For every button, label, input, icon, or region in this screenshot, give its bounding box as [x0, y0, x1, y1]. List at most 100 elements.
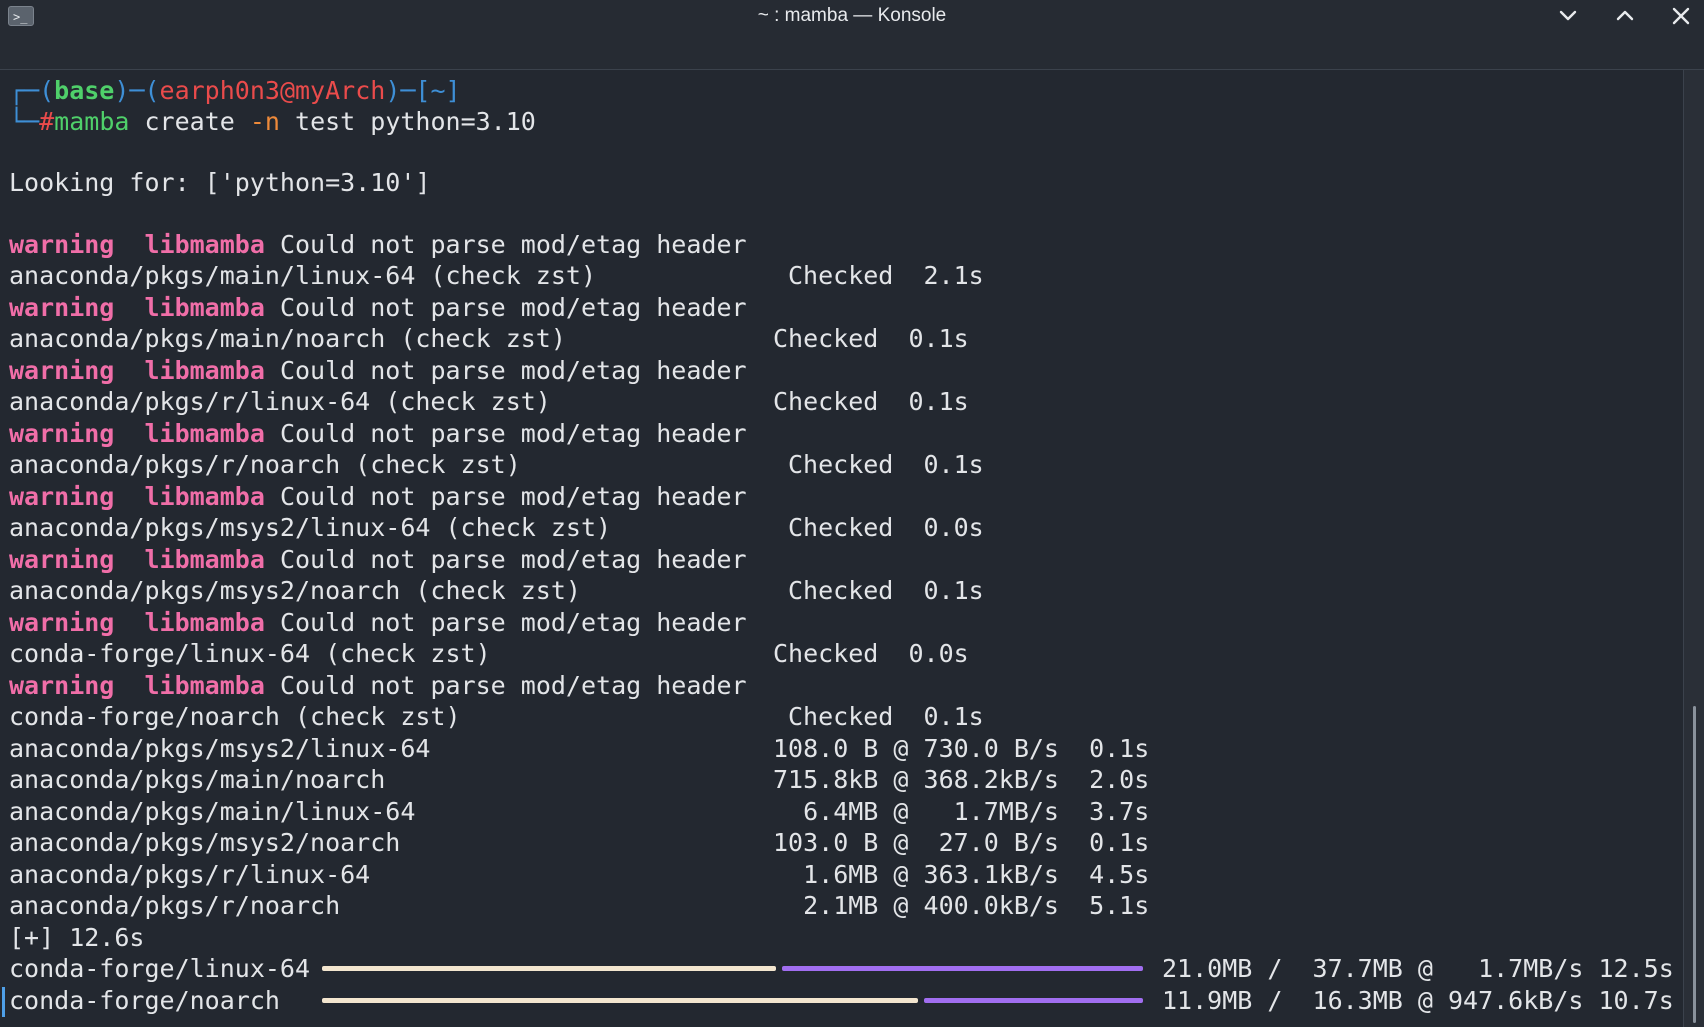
warning-source: libmamba [144, 356, 265, 385]
check-status: Checked 2.1s [788, 261, 984, 290]
download-stats: 2.1MB @ 400.0kB/s 5.1s [773, 891, 1150, 920]
download-channel: anaconda/pkgs/main/noarch [9, 765, 386, 794]
check-channel: anaconda/pkgs/main/noarch (check zst) [9, 324, 566, 353]
check-status: Checked 0.0s [773, 639, 969, 668]
terminal-marker [2, 987, 5, 1017]
command-line: └─#mamba create -n test python=3.10 [9, 106, 536, 137]
warning-message: Could not parse mod/etag header [279, 230, 747, 259]
warning-message: Could not parse mod/etag header [279, 482, 747, 511]
warning-message: Could not parse mod/etag header [279, 545, 747, 574]
prompt-hash: # [39, 107, 55, 136]
warning-source: libmamba [144, 419, 265, 448]
warning-message: Could not parse mod/etag header [279, 419, 747, 448]
warning-source: libmamba [144, 671, 265, 700]
warning-label: warning [9, 671, 115, 700]
check-status: Checked 0.1s [773, 387, 969, 416]
scrollbar-thumb[interactable] [1693, 706, 1696, 1023]
check-status: Checked 0.1s [773, 324, 969, 353]
download-stats: 6.4MB @ 1.7MB/s 3.7s [773, 797, 1150, 826]
download-stats: 108.0 B @ 730.0 B/s 0.1s [773, 734, 1150, 763]
warning-line: warning libmamba Could not parse mod/eta… [9, 544, 747, 575]
warning-message: Could not parse mod/etag header [279, 356, 747, 385]
warning-line: warning libmamba Could not parse mod/eta… [9, 418, 747, 449]
maximize-button[interactable] [1608, 2, 1642, 32]
warning-source: libmamba [144, 293, 265, 322]
terminal-output[interactable]: ┌─(base)─(earph0n3@myArch)─[~] └─#mamba … [9, 75, 1674, 1027]
warning-source: libmamba [144, 608, 265, 637]
command-args: test python=3.10 [279, 107, 536, 136]
looking-for-line: Looking for: ['python=3.10'] [9, 168, 431, 197]
warning-label: warning [9, 545, 115, 574]
window-title: ~ : mamba — Konsole [757, 5, 947, 26]
prompt-separator: )─[ [385, 76, 431, 105]
warning-label: warning [9, 419, 115, 448]
close-icon [1672, 7, 1690, 25]
warning-label: warning [9, 230, 115, 259]
prompt-dir: ~ [430, 76, 446, 105]
download-channel: anaconda/pkgs/main/linux-64 [9, 797, 416, 826]
progress-bar-done [322, 966, 776, 971]
warning-label: warning [9, 293, 115, 322]
download-channel: anaconda/pkgs/r/linux-64 [9, 860, 371, 889]
warning-source: libmamba [144, 545, 265, 574]
warning-source: libmamba [144, 482, 265, 511]
progress-line: conda-forge/noarch 11.9MB / 16.3MB @ 947… [9, 985, 1674, 1016]
warning-source: libmamba [144, 230, 265, 259]
download-stats: 103.0 B @ 27.0 B/s 0.1s [773, 828, 1150, 857]
check-channel: conda-forge/linux-64 (check zst) [9, 639, 491, 668]
check-channel: anaconda/pkgs/msys2/linux-64 (check zst) [9, 513, 612, 542]
warning-line: warning libmamba Could not parse mod/eta… [9, 670, 747, 701]
warning-line: warning libmamba Could not parse mod/eta… [9, 481, 747, 512]
warning-label: warning [9, 482, 115, 511]
title-bar[interactable]: >_ ~ : mamba — Konsole [0, 0, 1704, 70]
download-channel: anaconda/pkgs/r/noarch [9, 891, 341, 920]
progress-bar-remaining [782, 966, 1143, 971]
prompt-userhost: earph0n3@myArch [159, 76, 386, 105]
command-flag: -n [249, 107, 280, 136]
vertical-scrollbar[interactable] [1683, 70, 1704, 1027]
command-name: mamba [54, 107, 130, 136]
progress-bar-remaining [924, 998, 1143, 1003]
check-status: Checked 0.1s [788, 450, 984, 479]
prompt-bracket: ] [445, 76, 461, 105]
warning-label: warning [9, 608, 115, 637]
check-channel: conda-forge/noarch (check zst) [9, 702, 461, 731]
progress-bar-done [322, 998, 918, 1003]
prompt-env: base [54, 76, 115, 105]
progress-channel: conda-forge/noarch [9, 986, 280, 1015]
download-stats: 715.8kB @ 368.2kB/s 2.0s [773, 765, 1150, 794]
download-channel: anaconda/pkgs/msys2/noarch [9, 828, 401, 857]
minimize-button[interactable] [1551, 2, 1585, 32]
progress-stats: 21.0MB / 37.7MB @ 1.7MB/s 12.5s [1162, 954, 1674, 983]
progress-stats: 11.9MB / 16.3MB @ 947.6kB/s 10.7s [1162, 986, 1674, 1015]
warning-message: Could not parse mod/etag header [279, 293, 747, 322]
warning-label: warning [9, 356, 115, 385]
check-status: Checked 0.0s [788, 513, 984, 542]
prompt-box-bottom: └─ [9, 107, 40, 136]
warning-message: Could not parse mod/etag header [279, 671, 747, 700]
check-status: Checked 0.1s [788, 576, 984, 605]
progress-channel: conda-forge/linux-64 [9, 954, 311, 983]
elapsed-summary: [+] 12.6s [9, 923, 145, 952]
check-channel: anaconda/pkgs/r/noarch (check zst) [9, 450, 521, 479]
check-channel: anaconda/pkgs/main/linux-64 (check zst) [9, 261, 596, 290]
warning-line: warning libmamba Could not parse mod/eta… [9, 292, 747, 323]
check-channel: anaconda/pkgs/msys2/noarch (check zst) [9, 576, 581, 605]
download-stats: 1.6MB @ 363.1kB/s 4.5s [773, 860, 1150, 889]
warning-line: warning libmamba Could not parse mod/eta… [9, 229, 747, 260]
warning-line: warning libmamba Could not parse mod/eta… [9, 607, 747, 638]
check-channel: anaconda/pkgs/r/linux-64 (check zst) [9, 387, 551, 416]
close-button[interactable] [1664, 2, 1698, 32]
progress-line: conda-forge/linux-64 21.0MB / 37.7MB @ 1… [9, 953, 1674, 984]
prompt-box-top: ┌─( [9, 76, 55, 105]
warning-message: Could not parse mod/etag header [279, 608, 747, 637]
chevron-up-icon [1616, 10, 1634, 21]
prompt-line: ┌─(base)─(earph0n3@myArch)─[~] [9, 75, 461, 106]
check-status: Checked 0.1s [788, 702, 984, 731]
command-args: create [129, 107, 250, 136]
download-channel: anaconda/pkgs/msys2/linux-64 [9, 734, 431, 763]
chevron-down-icon [1559, 10, 1577, 21]
konsole-window: >_ ~ : mamba — Konsole ┌─(base)─(earph0n… [0, 0, 1704, 1027]
warning-line: warning libmamba Could not parse mod/eta… [9, 355, 747, 386]
prompt-separator: )─( [114, 76, 160, 105]
